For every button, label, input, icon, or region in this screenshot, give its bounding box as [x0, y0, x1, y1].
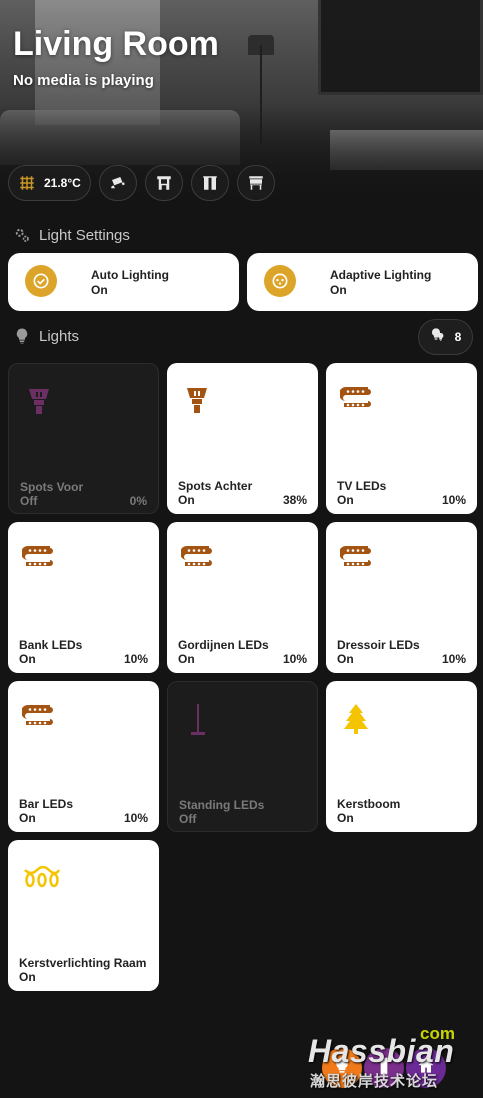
light-tile-bank-leds[interactable]: Bank LEDs On 10%: [8, 522, 159, 673]
led-strip-icon: [22, 703, 54, 735]
light-name: Spots Voor: [20, 480, 84, 494]
adaptive-lighting-state: On: [330, 283, 347, 297]
light-name: Bar LEDs: [19, 797, 74, 811]
lights-heading: Lights: [13, 327, 79, 345]
light-name: Gordijnen LEDs: [178, 638, 269, 652]
led-strip-icon: [340, 544, 372, 576]
lights-on-count-chip[interactable]: 8: [418, 319, 473, 355]
light-name: Kerstboom: [337, 797, 401, 811]
media-status: No media is playing: [13, 72, 154, 89]
light-state: On: [178, 493, 195, 507]
pine-tree-icon: [340, 703, 372, 735]
light-brightness: 10%: [282, 652, 307, 666]
led-strip-icon: [181, 544, 213, 576]
light-name: Spots Achter: [178, 479, 253, 493]
light-state: On: [337, 811, 354, 825]
temperature-chip[interactable]: 21.8°C: [8, 165, 91, 201]
room-chips: 21.8°C: [8, 165, 275, 201]
lightbulb-icon: [13, 327, 31, 345]
string-lights-icon: [22, 862, 62, 894]
adaptive-lighting-icon: [264, 265, 296, 297]
light-state: On: [337, 493, 354, 507]
light-name: Standing LEDs: [179, 798, 265, 812]
watermark-logo: Hassbian: [308, 1033, 455, 1069]
floor-lamp-icon: [182, 704, 214, 736]
light-tile-standing-leds[interactable]: Standing LEDs Off: [167, 681, 318, 832]
light-name: TV LEDs: [337, 479, 387, 493]
curtains-chip[interactable]: [190, 165, 229, 201]
light-state: Off: [20, 494, 38, 508]
light-state: On: [178, 652, 195, 666]
lights-grid: Spots Voor Off 0% Spots Achter On 38% TV…: [8, 363, 477, 991]
light-brightness: 0%: [129, 494, 147, 508]
light-tile-spots-achter[interactable]: Spots Achter On 38%: [167, 363, 318, 514]
light-tile-kerstverlichting-raam[interactable]: Kerstverlichting Raam On: [8, 840, 159, 991]
light-brightness: 10%: [123, 811, 148, 825]
lights-title: Lights: [39, 327, 80, 345]
light-state: On: [337, 652, 354, 666]
light-tile-kerstboom[interactable]: Kerstboom On: [326, 681, 477, 832]
light-name: Dressoir LEDs: [337, 638, 420, 652]
curtains-icon: [201, 174, 219, 192]
light-brightness: 38%: [282, 493, 307, 507]
led-strip-icon: [22, 544, 54, 576]
light-settings-title: Light Settings: [39, 226, 130, 244]
adaptive-lighting-name: Adaptive Lighting: [330, 268, 432, 282]
fireplace-chip[interactable]: [144, 165, 183, 201]
temperature-value: 21.8°C: [44, 176, 81, 190]
light-state: On: [19, 811, 36, 825]
light-state: Off: [179, 812, 197, 826]
light-brightness: 10%: [441, 493, 466, 507]
lightbulb-group-icon: [430, 327, 446, 348]
check-circle-icon: [25, 265, 57, 297]
room-title: Living Room: [13, 25, 219, 63]
fireplace-icon: [155, 174, 173, 192]
watermark-subtitle: 瀚思彼岸技术论坛: [310, 1073, 439, 1090]
window-shutter-icon: [247, 174, 265, 192]
radiator-icon: [18, 174, 36, 192]
light-tile-tv-leds[interactable]: TV LEDs On 10%: [326, 363, 477, 514]
light-brightness: 10%: [441, 652, 466, 666]
light-name: Kerstverlichting Raam: [19, 956, 147, 970]
adaptive-lighting-card[interactable]: Adaptive Lighting On: [247, 253, 478, 311]
lights-on-count: 8: [454, 330, 462, 344]
auto-lighting-state: On: [91, 283, 108, 297]
camera-chip[interactable]: [98, 165, 137, 201]
cog-icon: [13, 226, 31, 244]
light-name: Bank LEDs: [19, 638, 83, 652]
auto-lighting-name: Auto Lighting: [91, 268, 169, 282]
light-brightness: 10%: [123, 652, 148, 666]
led-strip-icon: [340, 385, 372, 417]
light-tile-gordijnen-leds[interactable]: Gordijnen LEDs On 10%: [167, 522, 318, 673]
security-camera-icon: [109, 174, 127, 192]
spotlight-bulb-icon: [181, 385, 213, 417]
light-tile-spots-voor[interactable]: Spots Voor Off 0%: [8, 363, 159, 514]
light-tile-dressoir-leds[interactable]: Dressoir LEDs On 10%: [326, 522, 477, 673]
spotlight-bulb-icon: [23, 386, 55, 418]
light-state: On: [19, 970, 36, 984]
auto-lighting-card[interactable]: Auto Lighting On: [8, 253, 239, 311]
light-tile-bar-leds[interactable]: Bar LEDs On 10%: [8, 681, 159, 832]
shutter-chip[interactable]: [236, 165, 275, 201]
light-state: On: [19, 652, 36, 666]
light-settings-heading: Light Settings: [13, 226, 130, 244]
